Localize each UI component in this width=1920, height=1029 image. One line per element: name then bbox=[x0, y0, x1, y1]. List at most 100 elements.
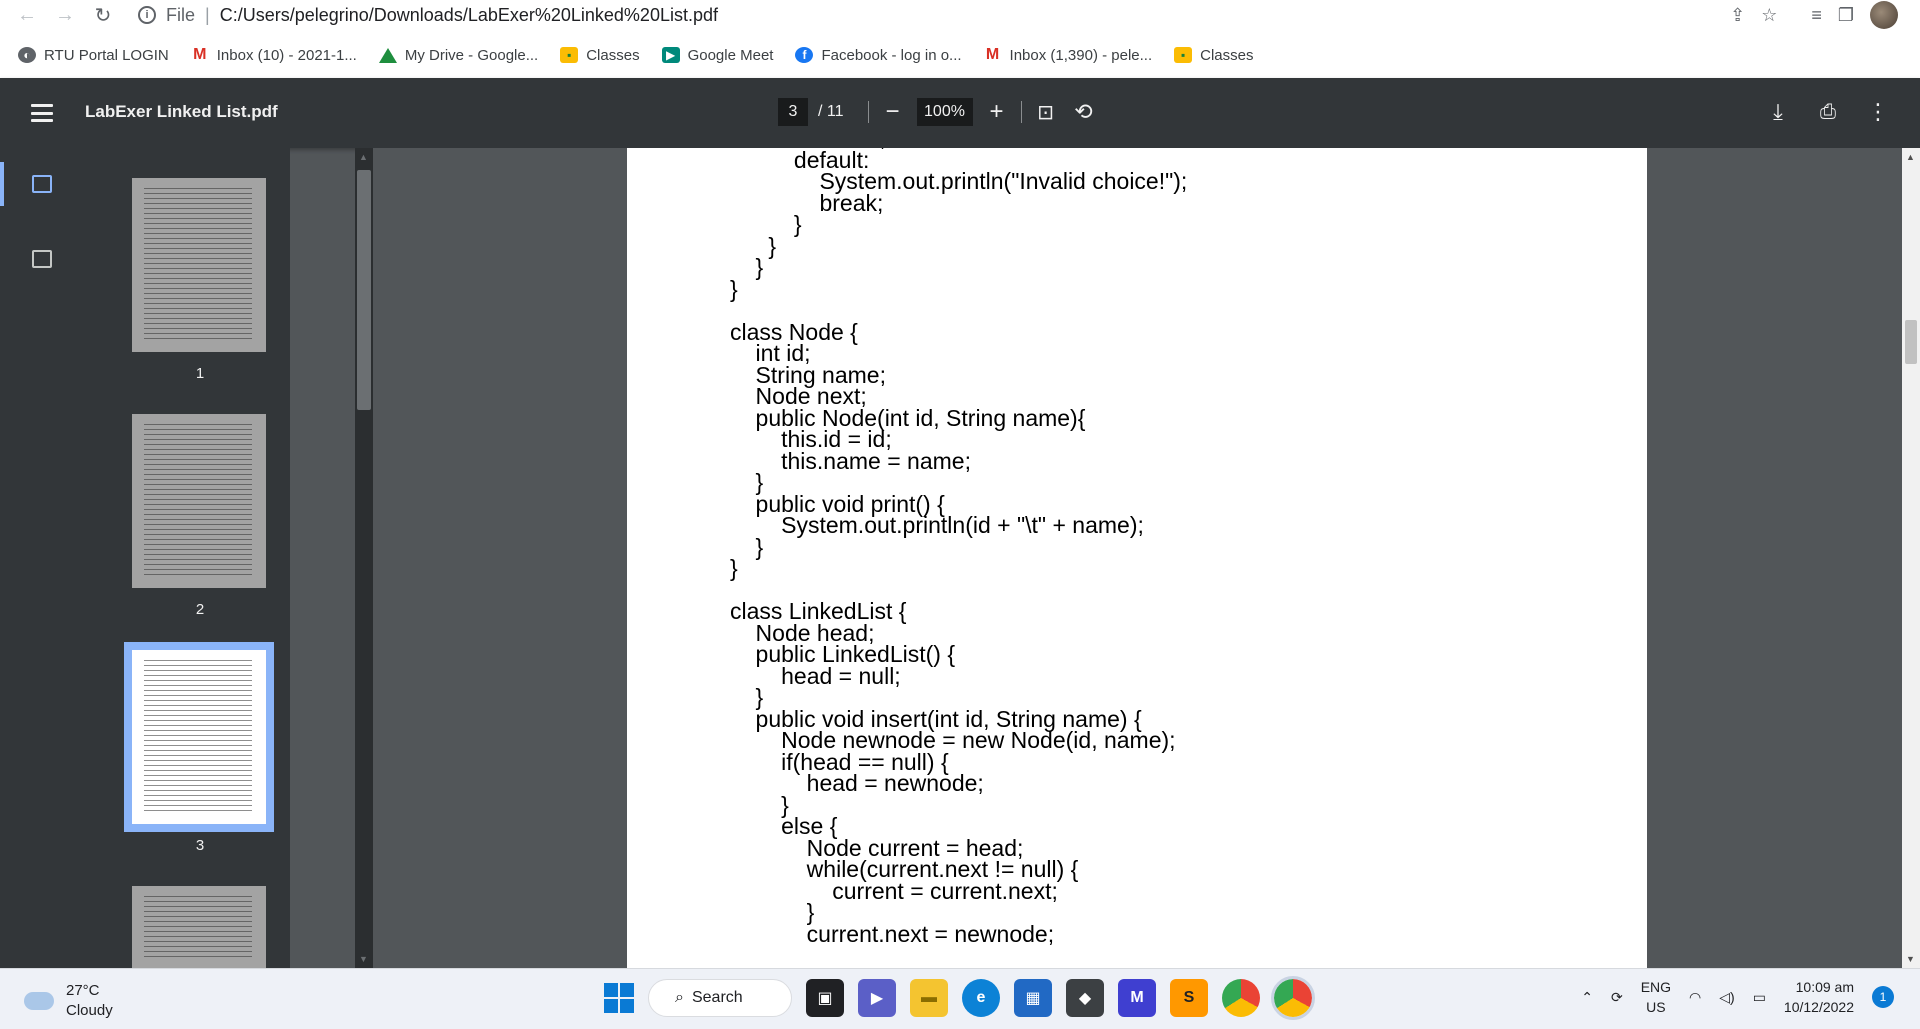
thumbnail-content bbox=[144, 188, 252, 342]
scroll-up-icon[interactable]: ▲ bbox=[1906, 152, 1915, 162]
bookmark-label: Classes bbox=[586, 46, 640, 64]
active-indicator bbox=[0, 162, 4, 206]
document-scrollbar[interactable]: ▲ ▼ bbox=[1902, 148, 1920, 968]
weather-widget[interactable]: 27°C Cloudy bbox=[24, 981, 113, 1021]
download-icon[interactable]: ⤓ bbox=[1764, 98, 1792, 126]
address-row: ← → ↻ i File | C:/Users/pelegrino/Downlo… bbox=[0, 0, 1920, 30]
divider bbox=[1020, 101, 1022, 123]
profile-avatar[interactable] bbox=[1870, 1, 1898, 29]
pdf-toolbar: LabExer Linked List.pdf 3 / 11 − 100% + … bbox=[0, 78, 1920, 148]
classroom-icon: ▪ bbox=[560, 47, 579, 63]
temperature: 27°C bbox=[66, 982, 100, 999]
facebook-icon: f bbox=[795, 47, 814, 63]
thumbnails-view-icon[interactable] bbox=[32, 175, 52, 193]
menu-icon[interactable] bbox=[28, 100, 56, 126]
bookmark-label: Facebook - log in o... bbox=[821, 46, 962, 64]
cloud-icon bbox=[24, 992, 54, 1010]
chrome-profile-icon[interactable] bbox=[1271, 976, 1315, 1020]
zoom-in-button[interactable]: + bbox=[983, 98, 1011, 126]
chat-icon[interactable]: ▶ bbox=[858, 979, 896, 1017]
scroll-down-icon[interactable]: ▼ bbox=[1906, 954, 1915, 964]
language-bottom: US bbox=[1646, 999, 1666, 1015]
taskbar-search[interactable]: ⌕ Search bbox=[648, 979, 792, 1017]
scrollbar-thumb[interactable] bbox=[357, 170, 371, 410]
windows-start-icon[interactable] bbox=[604, 983, 634, 1013]
more-options-icon[interactable]: ⋮ bbox=[1864, 98, 1892, 126]
browser-actions: ⇪ ☆ ≡ ❐ bbox=[1730, 0, 1920, 30]
system-tray: ⌃ ⟳ ENG US ◠ ◁) ▭ 10:09 am 10/12/2022 1 bbox=[1581, 977, 1894, 1017]
fit-page-icon[interactable]: ⊡ bbox=[1032, 98, 1060, 126]
page-thumbnail-1[interactable] bbox=[132, 178, 266, 352]
task-view-icon[interactable]: ▣ bbox=[806, 979, 844, 1017]
site-info-icon[interactable]: i bbox=[138, 6, 156, 24]
scroll-down-icon[interactable]: ▼ bbox=[359, 954, 368, 964]
browser-chrome: ← → ↻ i File | C:/Users/pelegrino/Downlo… bbox=[0, 0, 1920, 78]
bookmark-star-icon[interactable]: ☆ bbox=[1761, 5, 1777, 26]
bookmark-label: Google Meet bbox=[687, 46, 774, 64]
share-icon[interactable]: ⇪ bbox=[1730, 5, 1745, 26]
address-bar[interactable]: i File | C:/Users/pelegrino/Downloads/La… bbox=[138, 0, 718, 30]
bookmark-google-meet[interactable]: ▶ Google Meet bbox=[661, 46, 774, 64]
chevron-up-icon[interactable]: ⌃ bbox=[1581, 989, 1593, 1006]
print-icon[interactable]: ⎙ bbox=[1814, 98, 1842, 126]
bookmark-inbox-2[interactable]: M Inbox (1,390) - pele... bbox=[984, 46, 1152, 64]
document-viewer: return; default: System.out.println("Inv… bbox=[373, 148, 1902, 968]
bookmark-rtu-portal[interactable]: ◐ RTU Portal LOGIN bbox=[18, 47, 169, 64]
divider bbox=[867, 101, 869, 123]
page-number-input[interactable]: 3 bbox=[778, 98, 808, 126]
sidebar-scrollbar[interactable]: ▲ ▼ bbox=[355, 148, 373, 968]
sync-icon[interactable]: ⟳ bbox=[1611, 989, 1623, 1006]
rotate-icon[interactable]: ⟲ bbox=[1070, 98, 1098, 126]
thumbnail-content bbox=[144, 896, 252, 958]
side-panel-icon[interactable]: ❐ bbox=[1838, 5, 1854, 26]
notification-badge[interactable]: 1 bbox=[1872, 986, 1894, 1008]
thumbnail-content bbox=[144, 660, 252, 814]
reading-list-icon[interactable]: ≡ bbox=[1811, 5, 1822, 26]
bookmark-classes-1[interactable]: ▪ Classes bbox=[560, 46, 640, 64]
sublime-icon[interactable]: S bbox=[1170, 979, 1208, 1017]
chrome-icon[interactable] bbox=[1222, 979, 1260, 1017]
page-thumbnail-2[interactable] bbox=[132, 414, 266, 588]
document-title: LabExer Linked List.pdf bbox=[85, 102, 278, 121]
page-code-text: return; default: System.out.println("Inv… bbox=[730, 148, 1188, 947]
forward-icon[interactable]: → bbox=[50, 0, 80, 30]
volume-icon[interactable]: ◁) bbox=[1719, 989, 1734, 1006]
bookmark-facebook[interactable]: f Facebook - log in o... bbox=[795, 46, 962, 64]
zoom-input[interactable]: 100% bbox=[916, 98, 973, 126]
outline-view-icon[interactable] bbox=[32, 250, 52, 268]
url-separator: | bbox=[205, 4, 210, 25]
back-icon[interactable]: ← bbox=[12, 0, 42, 30]
bookmarks-bar: ◐ RTU Portal LOGIN M Inbox (10) - 2021-1..… bbox=[0, 40, 1920, 70]
wifi-icon[interactable]: ◠ bbox=[1689, 989, 1701, 1006]
app-cube-icon[interactable]: ◆ bbox=[1066, 979, 1104, 1017]
url-text[interactable]: C:/Users/pelegrino/Downloads/LabExer%20L… bbox=[220, 5, 718, 26]
classroom-icon: ▪ bbox=[1174, 47, 1193, 63]
battery-icon[interactable]: ▭ bbox=[1753, 989, 1766, 1006]
thumbnail-content bbox=[144, 424, 252, 578]
bookmark-label: Inbox (10) - 2021-1... bbox=[216, 46, 357, 64]
clock[interactable]: 10:09 am 10/12/2022 bbox=[1784, 977, 1854, 1017]
page-total: / 11 bbox=[818, 103, 844, 120]
pdf-actions: ⤓ ⎙ ⋮ bbox=[1764, 98, 1892, 126]
reload-icon[interactable]: ↻ bbox=[88, 0, 118, 30]
gmail-icon: M bbox=[193, 46, 207, 63]
file-explorer-icon[interactable]: ▬ bbox=[910, 979, 948, 1017]
bookmark-inbox-1[interactable]: M Inbox (10) - 2021-1... bbox=[191, 46, 357, 64]
taskbar: 27°C Cloudy ⌕ Search ▣ ▶ ▬ e ▦ ◆ M S ⌃ ⟳ … bbox=[0, 968, 1920, 1029]
page-thumbnail-label: 1 bbox=[195, 365, 205, 382]
edge-icon[interactable]: e bbox=[962, 979, 1000, 1017]
language-indicator[interactable]: ENG US bbox=[1641, 977, 1671, 1017]
page-thumbnail-4[interactable] bbox=[132, 886, 266, 968]
thumbnail-sidebar: 1 2 3 bbox=[0, 148, 290, 968]
search-icon: ⌕ bbox=[675, 989, 684, 1006]
scroll-up-icon[interactable]: ▲ bbox=[359, 152, 368, 162]
bookmark-classes-2[interactable]: ▪ Classes bbox=[1174, 46, 1254, 64]
page-thumbnail-label: 3 bbox=[195, 837, 205, 854]
scrollbar-thumb[interactable] bbox=[1905, 320, 1917, 364]
app-m-icon[interactable]: M bbox=[1118, 979, 1156, 1017]
bookmark-my-drive[interactable]: My Drive - Google... bbox=[378, 47, 538, 64]
bookmark-label: Classes bbox=[1200, 46, 1254, 64]
store-icon[interactable]: ▦ bbox=[1014, 979, 1052, 1017]
page-thumbnail-3[interactable] bbox=[124, 642, 274, 832]
zoom-out-button[interactable]: − bbox=[879, 98, 907, 126]
